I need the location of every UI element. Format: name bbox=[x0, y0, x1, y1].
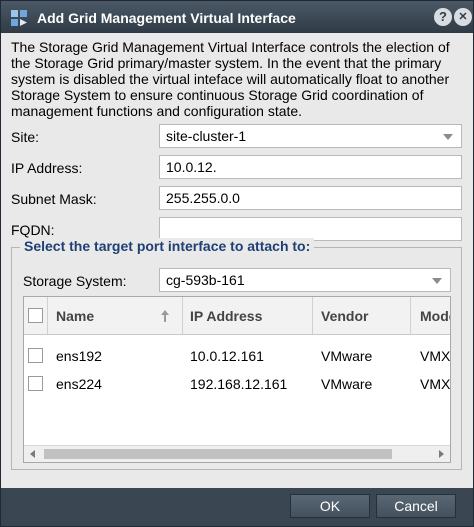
site-select[interactable]: site-cluster-1 bbox=[159, 124, 462, 148]
fqdn-label: FQDN: bbox=[11, 222, 55, 238]
cell-name: ens192 bbox=[56, 348, 102, 364]
help-icon[interactable]: ? bbox=[434, 8, 452, 26]
subnet-mask-input[interactable]: 255.255.0.0 bbox=[159, 186, 462, 210]
sort-ascending-icon[interactable] bbox=[160, 309, 170, 323]
chevron-down-icon[interactable] bbox=[443, 134, 453, 140]
column-model-label: Model bbox=[420, 308, 450, 324]
table-row[interactable]: ens192 10.0.12.161 VMware VMXNET3 bbox=[24, 341, 450, 369]
column-name-label: Name bbox=[56, 308, 95, 324]
storage-system-select[interactable]: cg-593b-161 bbox=[159, 268, 451, 292]
site-label: Site: bbox=[11, 129, 40, 145]
grid-interface-icon bbox=[11, 10, 27, 26]
column-vendor-label: Vendor bbox=[321, 308, 369, 324]
cell-ip-address: 192.168.12.161 bbox=[190, 376, 288, 392]
chevron-down-icon[interactable] bbox=[432, 278, 442, 284]
select-all-column bbox=[24, 297, 48, 334]
row-checkbox[interactable] bbox=[28, 376, 43, 391]
column-ip-label: IP Address bbox=[190, 308, 263, 324]
table-row[interactable]: ens224 192.168.12.161 VMware VMXNET3 bbox=[24, 369, 450, 397]
cell-ip-address: 10.0.12.161 bbox=[190, 348, 264, 364]
column-header-model[interactable]: Model bbox=[411, 297, 450, 334]
grid-header: Name IP Address Vendor Model bbox=[24, 297, 450, 335]
cell-vendor: VMware bbox=[321, 376, 373, 392]
cell-name: ens224 bbox=[56, 376, 102, 392]
horizontal-scrollbar[interactable] bbox=[24, 445, 450, 462]
scrollbar-thumb[interactable] bbox=[44, 449, 392, 459]
dialog-body: The Storage Grid Management Virtual Inte… bbox=[1, 33, 473, 488]
cell-model: VMXNET3 bbox=[420, 348, 451, 364]
scroll-left-icon[interactable] bbox=[30, 450, 35, 458]
cell-model: VMXNET3 bbox=[420, 376, 451, 392]
storage-system-value: cg-593b-161 bbox=[166, 272, 245, 288]
description-text: The Storage Grid Management Virtual Inte… bbox=[11, 39, 450, 119]
dialog-footer: OK Cancel bbox=[1, 488, 473, 526]
ip-address-value: 10.0.12. bbox=[166, 159, 217, 175]
port-interface-grid: Name IP Address Vendor Model bbox=[23, 296, 451, 463]
dialog-window: Add Grid Management Virtual Interface ? … bbox=[0, 0, 474, 527]
cell-vendor: VMware bbox=[321, 348, 373, 364]
subnet-mask-label: Subnet Mask: bbox=[11, 191, 97, 207]
column-header-name[interactable]: Name bbox=[48, 297, 183, 334]
column-header-ip-address[interactable]: IP Address bbox=[183, 297, 313, 334]
column-header-vendor[interactable]: Vendor bbox=[313, 297, 411, 334]
dialog-title: Add Grid Management Virtual Interface bbox=[37, 10, 296, 26]
ip-address-input[interactable]: 10.0.12. bbox=[159, 155, 462, 179]
target-port-legend: Select the target port interface to atta… bbox=[20, 238, 315, 254]
site-value: site-cluster-1 bbox=[166, 128, 247, 144]
ok-button[interactable]: OK bbox=[290, 494, 370, 518]
scroll-right-icon[interactable] bbox=[439, 450, 444, 458]
title-bar[interactable]: Add Grid Management Virtual Interface ? … bbox=[1, 1, 473, 33]
target-port-group: Select the target port interface to atta… bbox=[11, 238, 462, 470]
storage-system-label: Storage System: bbox=[23, 273, 127, 289]
select-all-checkbox[interactable] bbox=[28, 308, 43, 323]
cancel-button[interactable]: Cancel bbox=[376, 494, 456, 518]
close-icon[interactable]: ✕ bbox=[454, 8, 472, 26]
subnet-mask-value: 255.255.0.0 bbox=[166, 190, 240, 206]
ip-address-label: IP Address: bbox=[11, 160, 83, 176]
row-checkbox[interactable] bbox=[28, 348, 43, 363]
